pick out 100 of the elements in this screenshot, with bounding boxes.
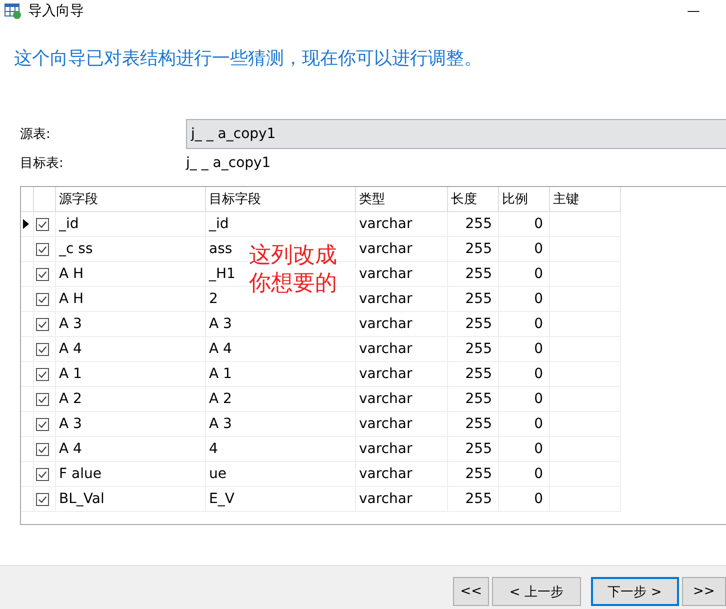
table-cell: 255 — [448, 487, 499, 512]
column-header[interactable]: 类型 — [356, 187, 448, 212]
row-header-cell[interactable] — [21, 437, 34, 462]
row-header-cell[interactable] — [21, 237, 34, 262]
table-cell — [550, 212, 621, 237]
table-cell: 255 — [448, 462, 499, 487]
table-cell: 0 — [499, 312, 550, 337]
minimize-button[interactable]: — — [687, 4, 700, 18]
table-cell: A H — [56, 262, 206, 287]
wizard-button[interactable]: << — [453, 577, 490, 606]
table-cell: 0 — [499, 387, 550, 412]
wizard-button[interactable]: >> — [682, 577, 726, 606]
table-cell: A 1 — [56, 362, 206, 387]
table-cell: 255 — [448, 387, 499, 412]
table-cell: A 4 — [56, 437, 206, 462]
table-cell: 0 — [499, 437, 550, 462]
table-cell: varchar — [356, 487, 448, 512]
table-cell: 255 — [448, 212, 499, 237]
row-header-cell[interactable] — [21, 312, 34, 337]
checkbox[interactable] — [36, 318, 49, 330]
table-cell: _id — [206, 212, 356, 237]
table-cell: 0 — [499, 237, 550, 262]
row-header-cell[interactable] — [21, 412, 34, 437]
row-header-cell[interactable] — [21, 387, 34, 412]
table-cell: F alue — [56, 462, 206, 487]
checkbox[interactable] — [36, 218, 49, 230]
table-cell: 0 — [499, 262, 550, 287]
table-cell: E_V — [206, 487, 356, 512]
table-cell: 0 — [499, 212, 550, 237]
table-cell: 4 — [206, 437, 356, 462]
table-cell: _c ss — [56, 237, 206, 262]
table-cell: _id — [56, 212, 206, 237]
table-cell: 255 — [448, 337, 499, 362]
table-cell: varchar — [356, 437, 448, 462]
checkbox[interactable] — [36, 442, 49, 456]
checkbox[interactable] — [36, 368, 49, 380]
table-cell: 255 — [448, 437, 499, 462]
table-cell: A 2 — [206, 387, 356, 412]
window-title: 导入向导 — [28, 2, 84, 20]
table-cell: A 1 — [206, 362, 356, 387]
column-header[interactable]: 主键 — [550, 187, 621, 212]
wizard-heading: 这个向导已对表结构进行一些猜测，现在你可以进行调整。 — [14, 47, 483, 71]
checkbox[interactable] — [36, 492, 49, 506]
table-cell: varchar — [356, 337, 448, 362]
current-row-icon — [23, 219, 29, 229]
column-header[interactable]: 长度 — [448, 187, 499, 212]
table-cell: 0 — [499, 412, 550, 437]
checkbox[interactable] — [36, 242, 49, 256]
table-cell: varchar — [356, 212, 448, 237]
field-label: 目标表: — [19, 155, 64, 172]
table-cell: varchar — [356, 462, 448, 487]
wizard-button[interactable]: < 上一步 — [492, 577, 581, 606]
checkbox[interactable] — [36, 292, 49, 306]
row-header-cell[interactable] — [21, 287, 34, 312]
table-cell: 255 — [448, 362, 499, 387]
table-cell: varchar — [356, 312, 448, 337]
column-header[interactable]: 源字段 — [56, 187, 206, 212]
table-cell: 255 — [448, 287, 499, 312]
table-cell: varchar — [356, 362, 448, 387]
table-cell: BL_Val — [56, 487, 206, 512]
row-header-cell[interactable] — [21, 462, 34, 487]
column-header[interactable]: 目标字段 — [206, 187, 356, 212]
row-header-cell[interactable] — [21, 212, 34, 237]
table-import-icon — [4, 3, 22, 19]
table-cell: A 3 — [206, 312, 356, 337]
table-cell: A 4 — [206, 337, 356, 362]
table-cell: varchar — [356, 287, 448, 312]
checkbox[interactable] — [36, 418, 49, 430]
checkbox[interactable] — [36, 342, 49, 356]
row-header-cell — [21, 187, 34, 212]
table-cell: A 4 — [56, 337, 206, 362]
table-cell: A 3 — [56, 312, 206, 337]
table-cell: A 3 — [206, 412, 356, 437]
checkbox[interactable] — [36, 392, 49, 406]
table-cell: 0 — [499, 462, 550, 487]
table-cell: varchar — [356, 412, 448, 437]
table-cell: 255 — [448, 412, 499, 437]
table-cell: 255 — [448, 262, 499, 287]
table-cell: 0 — [499, 362, 550, 387]
column-header — [34, 187, 56, 212]
checkbox[interactable] — [36, 268, 49, 280]
table-cell: 255 — [448, 237, 499, 262]
field-label: 源表: — [19, 126, 52, 143]
table-cell: varchar — [356, 387, 448, 412]
table-cell: 255 — [448, 312, 499, 337]
row-header-cell[interactable] — [21, 487, 34, 512]
target-table-name: j_ _ a_copy1 — [186, 155, 271, 171]
table-cell: A 2 — [56, 387, 206, 412]
table-cell: varchar — [356, 237, 448, 262]
row-header-cell[interactable] — [21, 362, 34, 387]
table-cell: 0 — [499, 337, 550, 362]
table-cell: A H — [56, 287, 206, 312]
checkbox[interactable] — [36, 468, 49, 480]
row-header-cell[interactable] — [21, 337, 34, 362]
wizard-button[interactable]: 下一步 > — [590, 577, 679, 606]
table-cell: A 3 — [56, 412, 206, 437]
column-header[interactable]: 比例 — [499, 187, 550, 212]
table-cell: varchar — [356, 262, 448, 287]
source-table-field[interactable]: j_ _ a_copy1 — [186, 119, 726, 149]
row-header-cell[interactable] — [21, 262, 34, 287]
